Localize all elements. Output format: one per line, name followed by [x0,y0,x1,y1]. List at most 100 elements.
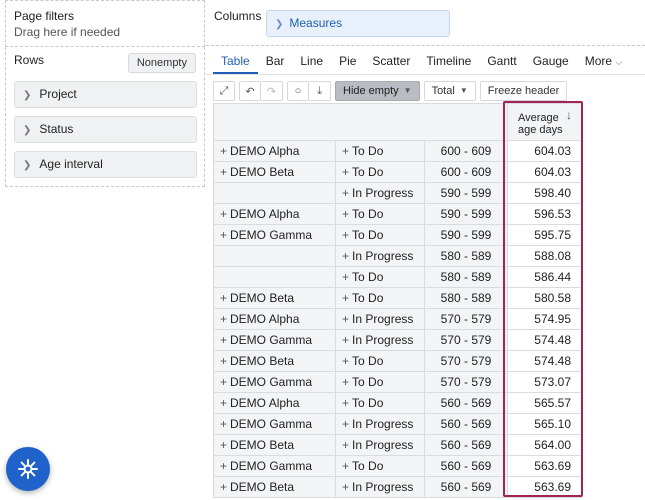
cell-status[interactable]: + To Do [335,371,425,393]
redo-icon[interactable]: ↷ [261,81,283,101]
cell-status[interactable]: + To Do [335,161,425,183]
tab-timeline[interactable]: Timeline [418,52,479,74]
plus-icon[interactable]: + [220,312,227,326]
tab-more[interactable]: More ⌵ [577,52,631,74]
plus-icon[interactable]: + [342,438,349,452]
plus-icon[interactable]: + [342,270,349,284]
plus-icon[interactable]: + [220,354,227,368]
plus-icon[interactable]: + [342,165,349,179]
tab-scatter[interactable]: Scatter [364,52,418,74]
status-label: To Do [352,165,384,179]
cell-status[interactable]: + In Progress [335,245,425,267]
cell-status[interactable]: + In Progress [335,329,425,351]
project-label: DEMO Alpha [230,207,300,221]
cell-status[interactable]: + To Do [335,224,425,246]
cell-status[interactable]: + To Do [335,287,425,309]
dimension-age-interval[interactable]: ❯ Age interval [14,151,197,178]
cell-project[interactable]: + DEMO Gamma [213,455,336,477]
freeze-header-button[interactable]: Freeze header [479,81,568,101]
plus-icon[interactable]: + [220,207,227,221]
total-button[interactable]: Total ▼ [423,81,476,101]
cell-project[interactable]: + DEMO Gamma [213,371,336,393]
cell-project[interactable]: + DEMO Beta [213,434,336,456]
tab-bar[interactable]: Bar [258,52,293,74]
table-row: + DEMO Gamma + To Do 590 - 599 595.75 [213,224,582,246]
cell-status[interactable]: + In Progress [335,182,425,204]
dimension-status[interactable]: ❯ Status [14,116,197,143]
hide-empty-button[interactable]: Hide empty ▼ [335,81,420,101]
comment-icon[interactable]: ○ [287,81,309,101]
table-row: + In Progress 580 - 589 588.08 [213,245,582,267]
plus-icon[interactable]: + [342,459,349,473]
plus-icon[interactable]: + [342,333,349,347]
project-label: DEMO Beta [230,354,295,368]
plus-icon[interactable]: + [342,396,349,410]
tab-gauge[interactable]: Gauge [525,52,577,74]
plus-icon[interactable]: + [220,459,227,473]
cell-status[interactable]: + To Do [335,455,425,477]
plus-icon[interactable]: + [220,144,227,158]
plus-icon[interactable]: + [220,333,227,347]
plus-icon[interactable]: + [342,207,349,221]
help-button[interactable] [6,447,50,491]
sort-down-icon[interactable]: ↓ [566,109,572,121]
cell-status[interactable]: + To Do [335,392,425,414]
cell-status[interactable]: + To Do [335,350,425,372]
cell-project[interactable]: + DEMO Alpha [213,203,336,225]
undo-icon[interactable]: ↶ [239,81,261,101]
dimension-label: Age interval [39,157,103,171]
status-label: In Progress [352,438,414,452]
cell-project[interactable]: + DEMO Alpha [213,392,336,414]
cell-project[interactable]: + DEMO Beta [213,350,336,372]
tab-line[interactable]: Line [292,52,331,74]
cell-status[interactable]: + In Progress [335,308,425,330]
nonempty-button[interactable]: Nonempty [127,53,196,73]
cell-project[interactable]: + DEMO Gamma [213,329,336,351]
expand-icon[interactable]: ⤢ [213,81,235,101]
plus-icon[interactable]: + [342,312,349,326]
cell-project[interactable]: + DEMO Beta [213,287,336,309]
cell-project[interactable]: + DEMO Alpha [213,308,336,330]
plus-icon[interactable]: + [342,375,349,389]
plus-icon[interactable]: + [342,144,349,158]
cell-status[interactable]: + In Progress [335,434,425,456]
cell-project[interactable]: + DEMO Alpha [213,140,336,162]
cell-status[interactable]: + To Do [335,266,425,288]
plus-icon[interactable]: + [220,228,227,242]
cell-average-age-days: 563.69 [507,476,582,498]
plus-icon[interactable]: + [220,165,227,179]
cell-average-age-days: 573.07 [507,371,582,393]
plus-icon[interactable]: + [220,291,227,305]
measure-header-average-age-days[interactable]: Average age days ↓ [507,103,582,141]
tab-table[interactable]: Table [213,52,258,74]
page-filters-zone[interactable]: Page filters Drag here if needed [5,0,205,47]
plus-icon[interactable]: + [342,291,349,305]
cell-project[interactable]: + DEMO Gamma [213,413,336,435]
cell-status[interactable]: + To Do [335,203,425,225]
dimension-project[interactable]: ❯ Project [14,81,197,108]
plus-icon[interactable]: + [220,375,227,389]
plus-icon[interactable]: + [220,438,227,452]
cell-project[interactable]: + DEMO Beta [213,161,336,183]
plus-icon[interactable]: + [342,417,349,431]
tab-pie[interactable]: Pie [331,52,364,74]
plus-icon[interactable]: + [220,396,227,410]
hide-empty-label: Hide empty [343,85,399,97]
project-label: DEMO Alpha [230,144,300,158]
plus-icon[interactable]: + [220,417,227,431]
cell-status[interactable]: + In Progress [335,413,425,435]
tab-gantt[interactable]: Gantt [479,52,524,74]
cell-status[interactable]: + To Do [335,140,425,162]
cell-status[interactable]: + In Progress [335,476,425,498]
cell-project[interactable]: + DEMO Gamma [213,224,336,246]
measures-chip[interactable]: ❯ Measures [266,10,450,37]
plus-icon[interactable]: + [220,480,227,494]
status-label: To Do [352,207,384,221]
export-icon[interactable]: ⤓ [309,81,331,101]
plus-icon[interactable]: + [342,249,349,263]
plus-icon[interactable]: + [342,228,349,242]
plus-icon[interactable]: + [342,354,349,368]
cell-project[interactable]: + DEMO Beta [213,476,336,498]
plus-icon[interactable]: + [342,480,349,494]
plus-icon[interactable]: + [342,186,349,200]
